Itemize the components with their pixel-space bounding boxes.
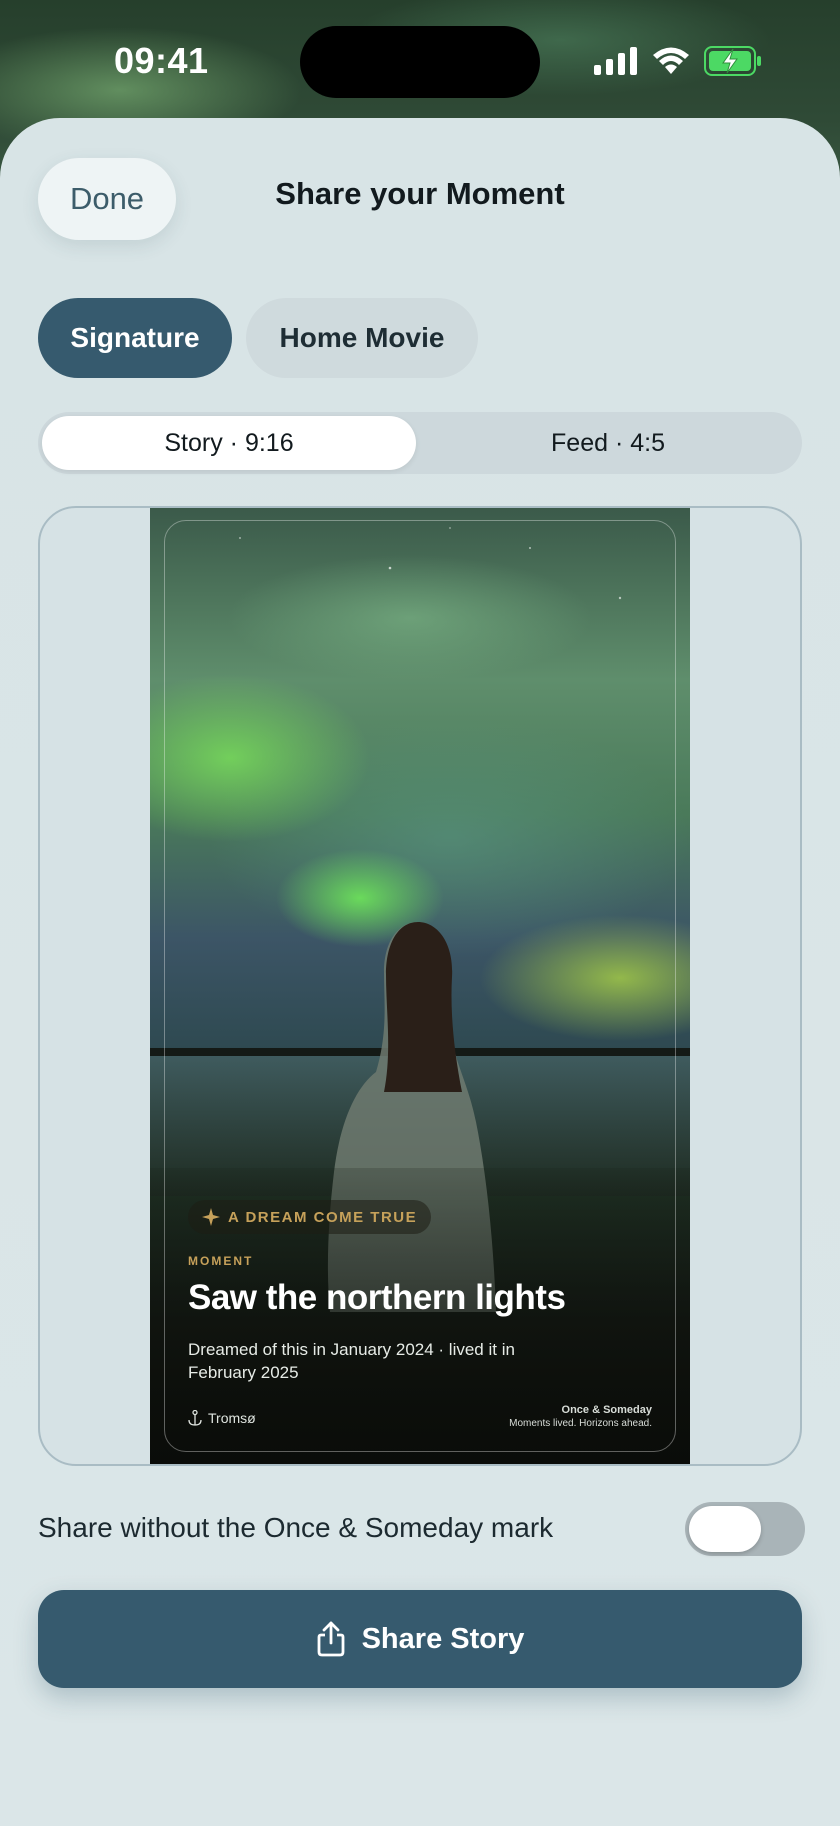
dynamic-island bbox=[300, 26, 540, 98]
anchor-icon bbox=[188, 1410, 202, 1426]
dream-badge: A DREAM COME TRUE bbox=[188, 1200, 432, 1234]
moment-description: Dreamed of this in January 2024 · lived … bbox=[188, 1340, 515, 1382]
location-label: Tromsø bbox=[208, 1410, 256, 1426]
brand-name: Once & Someday bbox=[561, 1404, 652, 1416]
style-chip-home-movie[interactable]: Home Movie bbox=[246, 298, 478, 378]
brand-mark: Once & Someday Moments lived. Horizons a… bbox=[509, 1404, 652, 1429]
wifi-icon bbox=[653, 47, 689, 74]
done-button[interactable]: Done bbox=[38, 158, 176, 240]
status-icons bbox=[594, 44, 762, 78]
share-icon bbox=[317, 1621, 344, 1657]
location: Tromsø bbox=[188, 1410, 256, 1426]
tab-story[interactable]: Story · 9:16 bbox=[42, 416, 416, 470]
moment-label: MOMENT bbox=[188, 1254, 254, 1268]
sparkle-icon bbox=[202, 1208, 220, 1226]
hide-mark-label: Share without the Once & Someday mark bbox=[38, 1512, 554, 1543]
dream-badge-label: A DREAM COME TRUE bbox=[228, 1208, 418, 1226]
sheet-title: Share your Moment bbox=[275, 176, 565, 211]
status-time: 09:41 bbox=[114, 40, 209, 81]
story-preview-card: A DREAM COME TRUE MOMENT Saw the norther… bbox=[150, 508, 690, 1464]
battery-icon bbox=[704, 46, 761, 76]
format-segmented-control: Story · 9:16 Feed · 4:5 bbox=[38, 412, 802, 474]
share-button-label: Share Story bbox=[361, 1622, 525, 1655]
moment-title: Saw the northern lights bbox=[188, 1278, 566, 1317]
tab-feed[interactable]: Feed · 4:5 bbox=[418, 416, 798, 470]
signal-icon bbox=[594, 47, 637, 75]
brand-tagline: Moments lived. Horizons ahead. bbox=[509, 1418, 652, 1429]
hide-mark-toggle[interactable] bbox=[685, 1502, 805, 1556]
status-bar: 09:41 bbox=[0, 0, 840, 120]
toggle-knob bbox=[689, 1506, 761, 1552]
style-chip-signature[interactable]: Signature bbox=[38, 298, 232, 378]
share-story-button[interactable]: Share Story bbox=[38, 1590, 802, 1688]
